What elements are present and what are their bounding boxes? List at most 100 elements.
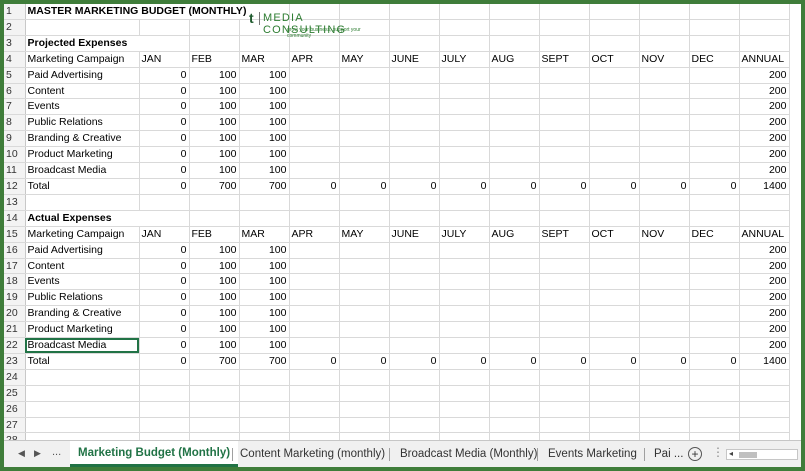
- column-header-month[interactable]: JULY: [439, 51, 490, 68]
- campaign-name-cell[interactable]: Events: [25, 273, 140, 291]
- value-cell[interactable]: 100: [239, 273, 290, 291]
- value-cell[interactable]: [289, 258, 340, 275]
- empty-cell[interactable]: [489, 432, 540, 440]
- total-value-cell[interactable]: 1400: [739, 353, 790, 370]
- value-cell[interactable]: [439, 114, 490, 132]
- empty-cell[interactable]: [25, 19, 140, 36]
- value-cell[interactable]: [339, 305, 390, 323]
- value-cell[interactable]: 100: [189, 98, 240, 116]
- value-cell[interactable]: [689, 242, 740, 259]
- value-cell[interactable]: 100: [189, 114, 240, 132]
- scroll-thumb[interactable]: [739, 452, 757, 458]
- column-header-month[interactable]: AUG: [489, 51, 540, 68]
- value-cell[interactable]: [339, 258, 390, 275]
- value-cell[interactable]: 0: [139, 242, 190, 259]
- total-value-cell[interactable]: 0: [689, 178, 740, 195]
- value-cell[interactable]: [689, 83, 740, 100]
- empty-cell[interactable]: [439, 417, 490, 434]
- empty-cell[interactable]: [739, 417, 790, 434]
- value-cell[interactable]: [389, 321, 440, 339]
- empty-cell[interactable]: [139, 369, 190, 386]
- value-cell[interactable]: [289, 273, 340, 291]
- empty-cell[interactable]: [739, 194, 790, 211]
- empty-cell[interactable]: [25, 369, 140, 386]
- empty-cell[interactable]: [739, 4, 790, 20]
- value-cell[interactable]: [389, 114, 440, 132]
- row-number[interactable]: 14: [4, 210, 26, 227]
- value-cell[interactable]: 100: [189, 130, 240, 148]
- empty-cell[interactable]: [239, 432, 290, 440]
- value-cell[interactable]: [389, 273, 440, 291]
- empty-cell[interactable]: [389, 385, 440, 402]
- empty-cell[interactable]: [639, 194, 690, 211]
- value-cell[interactable]: 100: [189, 162, 240, 179]
- total-value-cell[interactable]: 0: [589, 178, 640, 195]
- empty-cell[interactable]: [639, 19, 690, 36]
- empty-cell[interactable]: [389, 210, 440, 227]
- row-number[interactable]: 21: [4, 321, 26, 339]
- value-cell[interactable]: [389, 130, 440, 148]
- value-cell[interactable]: 200: [739, 337, 790, 354]
- value-cell[interactable]: [489, 258, 540, 275]
- empty-cell[interactable]: [439, 210, 490, 227]
- tab-next-icon[interactable]: ▶: [34, 448, 41, 459]
- value-cell[interactable]: 200: [739, 289, 790, 307]
- empty-cell[interactable]: [639, 210, 690, 227]
- add-sheet-icon[interactable]: +: [688, 447, 702, 461]
- value-cell[interactable]: [639, 146, 690, 164]
- value-cell[interactable]: [289, 98, 340, 116]
- value-cell[interactable]: [689, 289, 740, 307]
- value-cell[interactable]: [289, 162, 340, 179]
- total-value-cell[interactable]: 700: [189, 178, 240, 195]
- column-header-month[interactable]: FEB: [189, 51, 240, 68]
- value-cell[interactable]: 0: [139, 273, 190, 291]
- value-cell[interactable]: [589, 305, 640, 323]
- value-cell[interactable]: [339, 242, 390, 259]
- value-cell[interactable]: 200: [739, 130, 790, 148]
- value-cell[interactable]: [589, 83, 640, 100]
- column-header-campaign[interactable]: Marketing Campaign: [25, 226, 140, 243]
- value-cell[interactable]: 0: [139, 130, 190, 148]
- empty-cell[interactable]: [639, 385, 690, 402]
- row-number[interactable]: 25: [4, 385, 26, 402]
- empty-cell[interactable]: [339, 210, 390, 227]
- total-value-cell[interactable]: 0: [389, 353, 440, 370]
- empty-cell[interactable]: [539, 35, 590, 52]
- value-cell[interactable]: [339, 98, 390, 116]
- column-header-month[interactable]: ANNUAL: [739, 51, 790, 68]
- value-cell[interactable]: 100: [239, 337, 290, 354]
- value-cell[interactable]: [439, 67, 490, 84]
- empty-cell[interactable]: [539, 401, 590, 418]
- row-number[interactable]: 6: [4, 83, 26, 100]
- row-number[interactable]: 3: [4, 35, 26, 52]
- value-cell[interactable]: 100: [189, 289, 240, 307]
- column-header-month[interactable]: DEC: [689, 51, 740, 68]
- total-value-cell[interactable]: 0: [689, 353, 740, 370]
- empty-cell[interactable]: [289, 369, 340, 386]
- value-cell[interactable]: [589, 273, 640, 291]
- value-cell[interactable]: [539, 114, 590, 132]
- value-cell[interactable]: [639, 258, 690, 275]
- value-cell[interactable]: [389, 258, 440, 275]
- empty-cell[interactable]: [239, 385, 290, 402]
- empty-cell[interactable]: [639, 401, 690, 418]
- campaign-name-cell[interactable]: Content: [25, 83, 140, 100]
- value-cell[interactable]: [689, 337, 740, 354]
- value-cell[interactable]: [339, 67, 390, 84]
- value-cell[interactable]: [289, 67, 340, 84]
- value-cell[interactable]: [289, 146, 340, 164]
- total-value-cell[interactable]: 0: [439, 353, 490, 370]
- empty-cell[interactable]: [539, 385, 590, 402]
- empty-cell[interactable]: [589, 194, 640, 211]
- value-cell[interactable]: [689, 146, 740, 164]
- campaign-name-cell[interactable]: Content: [25, 258, 140, 275]
- row-number[interactable]: 9: [4, 130, 26, 148]
- total-value-cell[interactable]: 0: [639, 353, 690, 370]
- empty-cell[interactable]: [589, 417, 640, 434]
- value-cell[interactable]: 100: [189, 242, 240, 259]
- value-cell[interactable]: [589, 98, 640, 116]
- empty-cell[interactable]: [489, 401, 540, 418]
- empty-cell[interactable]: [689, 210, 740, 227]
- value-cell[interactable]: [539, 67, 590, 84]
- value-cell[interactable]: [689, 273, 740, 291]
